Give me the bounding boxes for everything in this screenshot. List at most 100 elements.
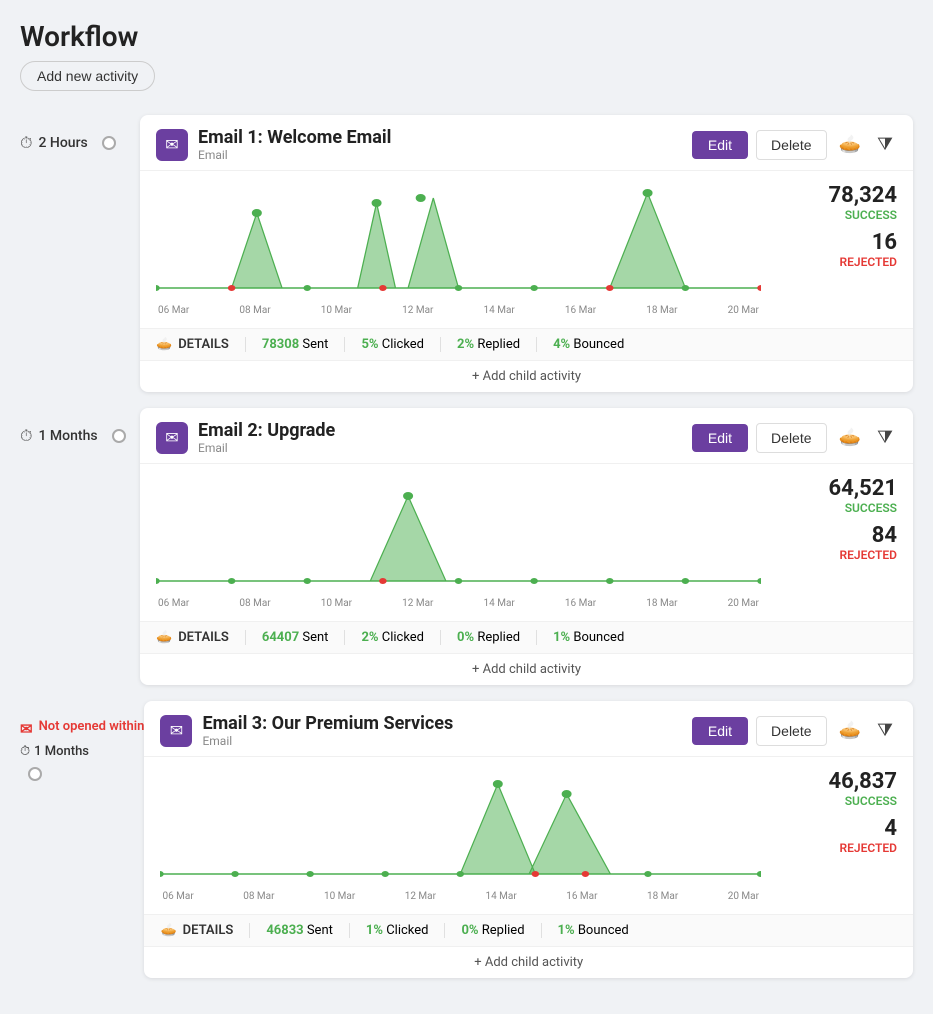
footer-bounced-1: 4% Bounced [536,337,640,352]
timing-circle-1 [102,136,116,150]
card-email2: ✉ Email 2: Upgrade Email Edit Delete 🥧 ⧩ [140,408,913,685]
card-body-1: 06 Mar 08 Mar 10 Mar 12 Mar 14 Mar 16 Ma… [140,171,913,328]
delete-button-2[interactable]: Delete [756,423,826,453]
page-title: Workflow [20,20,913,53]
chart-dates-2: 06 Mar 08 Mar 10 Mar 12 Mar 14 Mar 16 Ma… [156,598,761,609]
footer-bounced-3: 1% Bounced [541,923,645,938]
chart-area-2: 06 Mar 08 Mar 10 Mar 12 Mar 14 Mar 16 Ma… [156,476,761,609]
footer-clicked-1: 5% Clicked [344,337,440,352]
rejected-label-3: REJECTED [777,841,897,855]
pie-chart-icon-3[interactable]: 🥧 [835,716,865,745]
chart-area-3: 06 Mar 08 Mar 10 Mar 12 Mar 14 Mar 16 Ma… [160,769,761,902]
edit-button-1[interactable]: Edit [692,131,748,159]
pie-icon-details-1: 🥧 [156,337,172,352]
clock-icon-2: ⏱ [20,426,32,446]
footer-sent-1: 78308 Sent [245,337,345,352]
bounced-pct-2: 1% [553,630,570,645]
condition-circle-row [20,767,144,781]
chart-svg-2 [156,476,761,596]
details-link-2[interactable]: 🥧 DETAILS [156,630,229,645]
card-title-2: Email 2: Upgrade [198,420,682,441]
pie-chart-icon-2[interactable]: 🥧 [835,423,865,452]
success-num-2: 64,521 [777,476,897,501]
email-icon-3: ✉ [160,715,192,747]
sent-num-3: 46833 [266,923,303,938]
card-body-2: 06 Mar 08 Mar 10 Mar 12 Mar 14 Mar 16 Ma… [140,464,913,621]
success-num-3: 46,837 [777,769,897,794]
footer-replied-1: 2% Replied [440,337,536,352]
stats-area-3: 46,837 SUCCESS 4 REJECTED [777,769,897,855]
clicked-pct-2: 2% [361,630,378,645]
rejected-label-1: REJECTED [777,255,897,269]
title-group-3: Email 3: Our Premium Services Email [202,713,681,748]
clock-icon-cond: ⏱ [20,744,30,759]
sent-num-2: 64407 [262,630,299,645]
replied-pct-1: 2% [457,337,474,352]
timing-email1: ⏱ 2 Hours [20,115,140,153]
details-label-2: DETAILS [178,630,229,645]
sent-num-1: 78308 [262,337,299,352]
details-label-1: DETAILS [178,337,229,352]
footer-clicked-3: 1% Clicked [349,923,445,938]
bounced-pct-1: 4% [553,337,570,352]
rejected-num-3: 4 [777,816,897,841]
card-subtitle-3: Email [202,734,681,748]
details-link-3[interactable]: 🥧 DETAILS [160,923,233,938]
success-num-1: 78,324 [777,183,897,208]
filter-icon-2[interactable]: ⧩ [873,423,897,452]
edit-button-2[interactable]: Edit [692,424,748,452]
add-child-button-3[interactable]: + Add child activity [144,946,913,978]
success-label-2: SUCCESS [777,501,897,515]
card-header-email2: ✉ Email 2: Upgrade Email Edit Delete 🥧 ⧩ [140,408,913,464]
delete-button-1[interactable]: Delete [756,130,826,160]
activity-row-email1: ⏱ 2 Hours ✉ Email 1: Welcome Email Email… [20,115,913,392]
chart-dates-1: 06 Mar 08 Mar 10 Mar 12 Mar 14 Mar 16 Ma… [156,305,761,316]
timing-circle-2 [112,429,126,443]
pie-chart-icon-1[interactable]: 🥧 [835,130,865,159]
stats-area-2: 64,521 SUCCESS 84 REJECTED [777,476,897,562]
success-label-1: SUCCESS [777,208,897,222]
footer-clicked-2: 2% Clicked [344,630,440,645]
activity-row-email2: ⏱ 1 Months ✉ Email 2: Upgrade Email Edit… [20,408,913,685]
card-subtitle-2: Email [198,441,682,455]
filter-icon-3[interactable]: ⧩ [873,716,897,745]
card-subtitle-1: Email [198,148,682,162]
activity-row-email3: ✉ Not opened within ⏱ 1 Months ✉ Email 3… [20,701,913,978]
add-child-button-2[interactable]: + Add child activity [140,653,913,685]
rejected-num-1: 16 [777,230,897,255]
card-email1: ✉ Email 1: Welcome Email Email Edit Dele… [140,115,913,392]
timing-email2: ⏱ 1 Months [20,408,140,446]
footer-sent-3: 46833 Sent [249,923,349,938]
footer-replied-2: 0% Replied [440,630,536,645]
condition-timing: ⏱ 1 Months [20,744,144,759]
condition-text: ✉ Not opened within [20,719,144,738]
email-icon-1: ✉ [156,129,188,161]
clicked-pct-3: 1% [366,923,383,938]
add-activity-button[interactable]: Add new activity [20,61,155,91]
replied-pct-3: 0% [461,923,478,938]
pie-icon-details-2: 🥧 [156,630,172,645]
rejected-label-2: REJECTED [777,548,897,562]
card-title-3: Email 3: Our Premium Services [202,713,681,734]
card-footer-3: 🥧 DETAILS 46833 Sent 1% Clicked 0% Repli… [144,914,913,946]
card-actions-2: Edit Delete 🥧 ⧩ [692,423,897,453]
card-footer-2: 🥧 DETAILS 64407 Sent 2% Clicked 0% Repli… [140,621,913,653]
card-actions-1: Edit Delete 🥧 ⧩ [692,130,897,160]
email-icon-2: ✉ [156,422,188,454]
not-opened-label: Not opened within [39,719,145,734]
filter-icon-1[interactable]: ⧩ [873,130,897,159]
card-title-1: Email 1: Welcome Email [198,127,682,148]
timing-label-1: 2 Hours [38,135,87,151]
chart-dates-3: 06 Mar 08 Mar 10 Mar 12 Mar 14 Mar 16 Ma… [160,891,761,902]
replied-pct-2: 0% [457,630,474,645]
add-child-button-1[interactable]: + Add child activity [140,360,913,392]
rejected-num-2: 84 [777,523,897,548]
card-actions-3: Edit Delete 🥧 ⧩ [692,716,897,746]
clicked-pct-1: 5% [361,337,378,352]
delete-button-3[interactable]: Delete [756,716,826,746]
details-link-1[interactable]: 🥧 DETAILS [156,337,229,352]
card-footer-1: 🥧 DETAILS 78308 Sent 5% Clicked 2% Repli… [140,328,913,360]
timing-circle-3 [28,767,42,781]
edit-button-3[interactable]: Edit [692,717,748,745]
card-body-3: 06 Mar 08 Mar 10 Mar 12 Mar 14 Mar 16 Ma… [144,757,913,914]
